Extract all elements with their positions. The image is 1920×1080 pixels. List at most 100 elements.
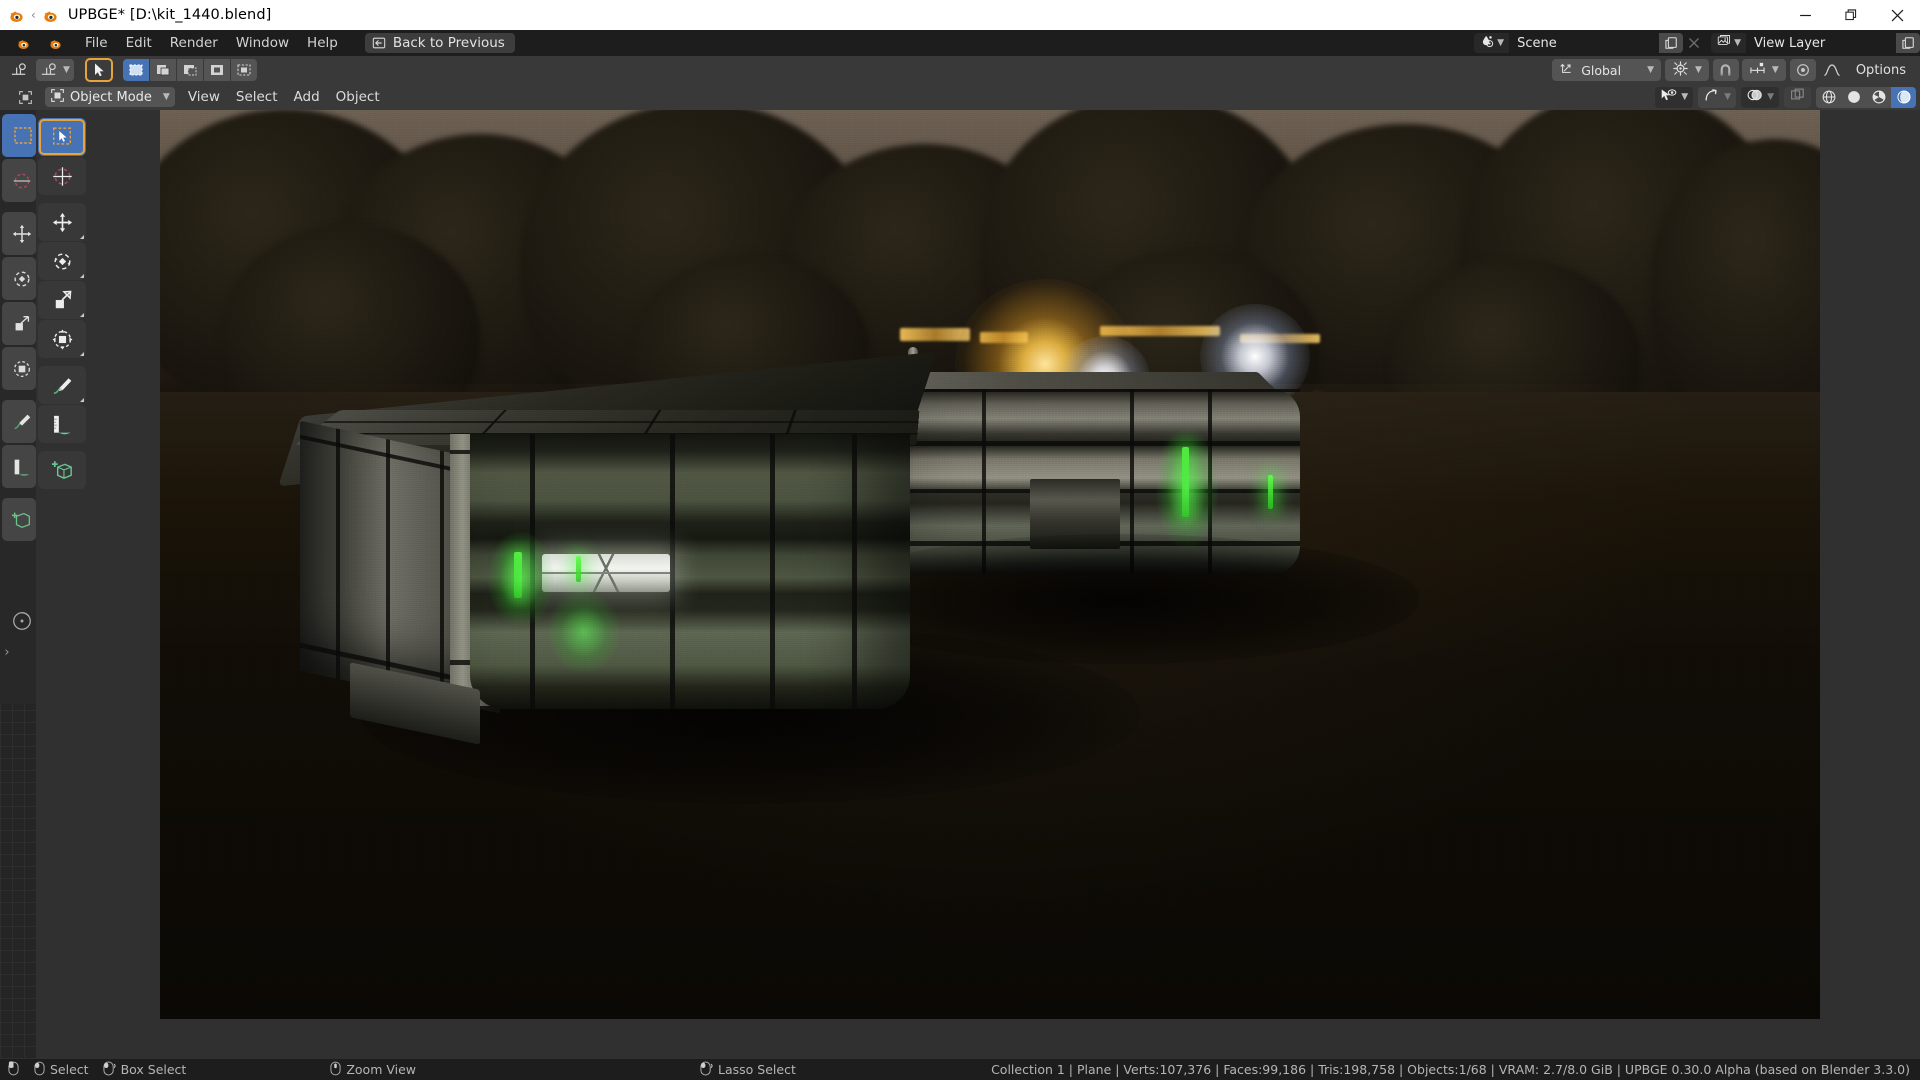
maximize-icon[interactable]	[1828, 0, 1874, 30]
bg-editor-grid	[0, 704, 36, 1059]
proportional-falloff-dropdown[interactable]	[1819, 59, 1845, 81]
move-arrows-icon	[52, 212, 72, 232]
overlays-icon	[1746, 87, 1763, 107]
viewport-menu-view[interactable]: View	[180, 86, 228, 108]
blender-logo-icon-2	[42, 7, 59, 24]
select-invert-icon[interactable]	[203, 59, 230, 81]
back-to-previous-button[interactable]: Back to Previous	[364, 33, 515, 53]
bg-move-tool[interactable]	[2, 212, 36, 255]
tool-scale[interactable]	[38, 281, 86, 319]
snap-target-dropdown[interactable]: ▼	[1741, 59, 1786, 81]
top-bar-datablocks: ▼ Scene ▼ View Layer	[1474, 30, 1920, 56]
new-view-layer-icon[interactable]	[1896, 33, 1920, 53]
chevron-down-icon: ▼	[1497, 37, 1505, 48]
toolbar-sep-2	[38, 359, 86, 366]
xray-toggle-icon	[1789, 87, 1806, 107]
select-extend-icon[interactable]	[149, 59, 176, 81]
gizmo-toggle[interactable]: ▼	[1698, 86, 1737, 108]
bg-add-cube-tool[interactable]	[2, 498, 36, 541]
tweak-tool-button[interactable]	[84, 58, 113, 82]
chevron-down-icon-8: ▼	[1681, 91, 1689, 102]
tool-preset-dropdown[interactable]: ▼	[36, 59, 74, 81]
viewport-header-right: ▼ ▼ ▼	[1655, 86, 1920, 108]
bg-editor-circle-icon[interactable]	[2, 604, 36, 638]
bg-tool-sep-1	[2, 204, 36, 212]
select-subtract-icon[interactable]	[176, 59, 203, 81]
unlink-scene-icon[interactable]	[1683, 33, 1705, 53]
view-layer-browse-button[interactable]: ▼	[1711, 33, 1746, 53]
window-icon-separator: ‹	[31, 8, 36, 22]
blender-menu-icon[interactable]	[12, 36, 34, 51]
view-layer-selector[interactable]: ▼ View Layer	[1711, 33, 1920, 53]
scene-selector[interactable]: ▼ Scene	[1474, 33, 1705, 53]
menu-file[interactable]: File	[76, 32, 117, 54]
transform-orientation-dropdown[interactable]: Global ▼	[1552, 59, 1661, 81]
mouse-left-lasso-icon	[700, 1060, 713, 1079]
active-tool-icon[interactable]	[6, 59, 33, 81]
viewport-menu-select[interactable]: Select	[228, 86, 286, 108]
view-layer-name-field[interactable]: View Layer	[1746, 33, 1896, 53]
building-b-green-light-2	[1268, 475, 1273, 509]
status-keymap-lasso-select: Lasso Select	[700, 1060, 796, 1079]
select-intersect-icon[interactable]	[230, 59, 257, 81]
viewport-menu-add[interactable]: Add	[286, 86, 328, 108]
tool-transform[interactable]	[38, 320, 86, 358]
mouse-left-icon-2	[34, 1061, 45, 1079]
scene-name-field[interactable]: Scene	[1509, 33, 1660, 53]
status-label-lasso-select: Lasso Select	[718, 1062, 796, 1077]
bg-transform-tool[interactable]	[2, 347, 36, 390]
tool-measure[interactable]	[38, 405, 86, 443]
minimize-icon[interactable]	[1782, 0, 1828, 30]
tool-rotate[interactable]	[38, 242, 86, 280]
menu-edit[interactable]: Edit	[117, 32, 161, 54]
gizmo-icon	[1703, 87, 1720, 107]
bg-measure-tool[interactable]	[2, 445, 36, 488]
window-title: UPBGE* [D:\kit_1440.blend]	[67, 7, 272, 23]
status-label-select: Select	[50, 1062, 89, 1077]
chevron-down-icon-10: ▼	[1767, 91, 1774, 102]
transform-orientation-label: Global	[1581, 62, 1622, 78]
tool-move[interactable]	[38, 203, 86, 241]
blender-file-icon[interactable]	[44, 36, 66, 51]
building-a-front-wall	[470, 434, 910, 709]
close-icon[interactable]	[1874, 0, 1920, 30]
tool-add-cube[interactable]	[38, 451, 86, 489]
tool-tweak[interactable]	[38, 118, 86, 156]
bg-panel-expand-arrow[interactable]: ›	[0, 642, 14, 662]
menu-window[interactable]: Window	[227, 32, 298, 54]
bg-rotate-tool[interactable]	[2, 257, 36, 300]
new-scene-icon[interactable]	[1659, 33, 1684, 53]
tool-annotate[interactable]	[38, 366, 86, 404]
material-preview-shading-icon[interactable]	[1866, 87, 1891, 108]
3d-viewport[interactable]: Object Mode ▼ View Select Add Object ▼ ▼…	[33, 84, 1920, 1059]
proportional-editing-toggle[interactable]	[1789, 59, 1816, 81]
object-types-visibility-dropdown[interactable]: ▼	[1655, 86, 1694, 108]
menu-render[interactable]: Render	[161, 32, 227, 54]
xray-toggle[interactable]	[1784, 87, 1811, 108]
scene-browse-button[interactable]: ▼	[1474, 33, 1510, 53]
status-label-zoom-view: Zoom View	[346, 1062, 417, 1077]
bg-cursor-tool[interactable]	[2, 159, 36, 202]
pencil-icon	[53, 377, 71, 394]
options-dropdown[interactable]: Options	[1848, 60, 1914, 81]
bg-annotate-tool[interactable]	[2, 400, 36, 443]
select-set-icon[interactable]	[122, 59, 149, 81]
solid-shading-icon[interactable]	[1841, 87, 1866, 108]
bg-tweak-tool[interactable]	[2, 114, 36, 157]
status-label-box-select: Box Select	[120, 1062, 187, 1077]
menu-help[interactable]: Help	[298, 32, 347, 54]
overlays-toggle[interactable]: ▼	[1741, 86, 1779, 108]
window-icons: ‹	[0, 7, 59, 24]
viewport-menu-object[interactable]: Object	[328, 86, 388, 108]
object-mode-dropdown[interactable]: Object Mode ▼	[45, 87, 175, 107]
status-scene-statistics: Collection 1 | Plane | Verts:107,376 | F…	[991, 1062, 1910, 1077]
bg-scale-tool[interactable]	[2, 302, 36, 345]
rendered-scene[interactable]	[160, 104, 1820, 1019]
pivot-point-dropdown[interactable]: ▼	[1664, 59, 1709, 81]
blender-top-bar: File Edit Render Window Help Back to Pre…	[0, 30, 1920, 56]
snap-toggle-button[interactable]	[1712, 59, 1739, 81]
tool-cursor[interactable]	[38, 157, 86, 195]
wireframe-shading-icon[interactable]	[1816, 87, 1841, 108]
rendered-shading-icon[interactable]	[1891, 86, 1916, 108]
building-b-green-glow-1	[1156, 429, 1218, 549]
